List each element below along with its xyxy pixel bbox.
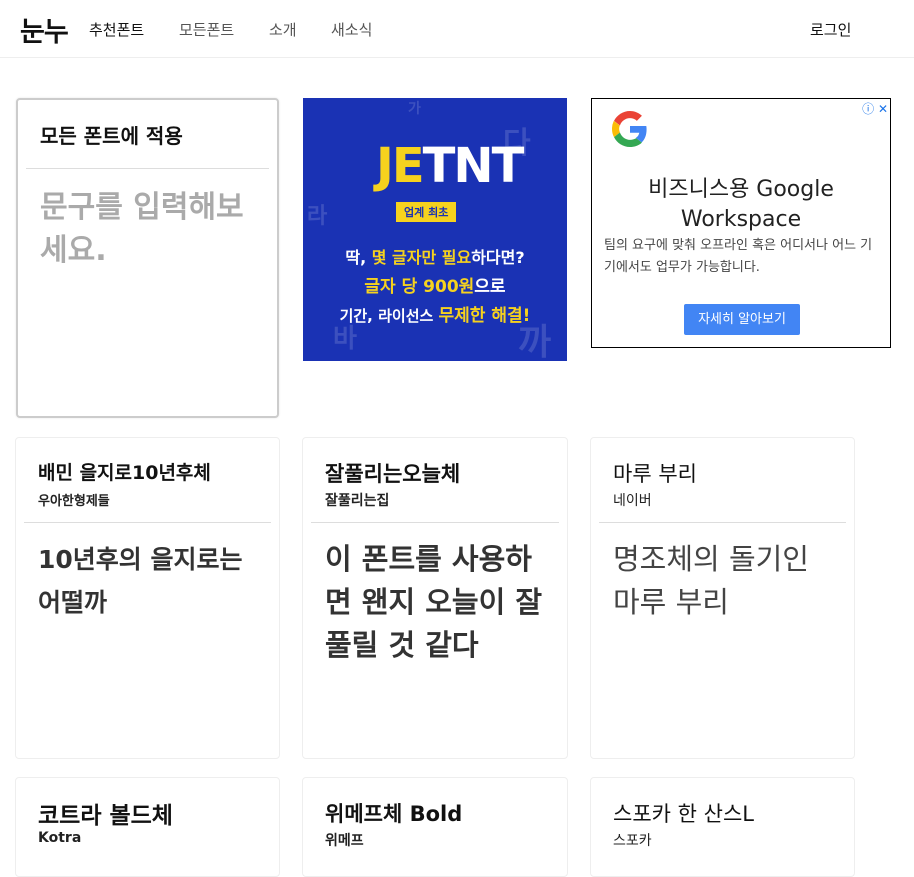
- login-link[interactable]: 로그인: [810, 19, 851, 40]
- font-maker: 스포카: [613, 833, 652, 849]
- font-name: 마루 부리: [613, 462, 697, 486]
- jetnt-logo: JETNT: [376, 138, 524, 194]
- learn-more-button[interactable]: 자세히 알아보기: [684, 304, 800, 335]
- font-card[interactable]: 잘풀리는오늘체 잘풀리는집 이 폰트를 사용하면 왠지 오늘이 잘 풀릴 것 같…: [302, 437, 568, 759]
- bg-glyph: 가: [408, 101, 421, 117]
- jetnt-ad-banner[interactable]: 라 다 바 까 가 JETNT 업계 최초 딱, 몇 글자만 필요하다면? 글자…: [303, 98, 567, 361]
- ad-description: 팀의 요구에 맞춰 오프라인 혹은 어디서나 어느 기기에서도 업무가 가능합니…: [604, 238, 873, 275]
- font-maker: Kotra: [38, 830, 82, 846]
- site-logo[interactable]: 눈누: [20, 10, 69, 49]
- font-card[interactable]: 위메프체 Bold 위메프: [302, 777, 568, 877]
- font-maker: 우아한형제들: [38, 494, 110, 509]
- sample-text-input[interactable]: 문구를 입력해보세요.: [40, 186, 257, 272]
- font-card[interactable]: 마루 부리 네이버 명조체의 돌기인 마루 부리: [590, 437, 855, 759]
- text: 무제한 해결!: [438, 306, 531, 326]
- nav-about[interactable]: 소개: [269, 19, 297, 40]
- ad-title: 비즈니스용 Google Workspace: [648, 177, 834, 232]
- divider: [26, 168, 269, 169]
- divider: [24, 522, 271, 523]
- jetnt-line-2: 글자 당 900원으로: [303, 272, 567, 297]
- logo-part: JE: [376, 138, 425, 194]
- font-maker: 위메프: [325, 833, 364, 849]
- apply-all-title: 모든 폰트에 적용: [40, 124, 183, 148]
- nav-news[interactable]: 새소식: [331, 19, 372, 40]
- apply-all-card: 모든 폰트에 적용 문구를 입력해보세요.: [16, 98, 279, 418]
- font-card[interactable]: 스포카 한 산스L 스포카: [590, 777, 855, 877]
- font-name: 스포카 한 산스L: [613, 802, 754, 826]
- font-sample: 10년후의 을지로는 어떨까: [38, 545, 243, 617]
- text: 하다면?: [471, 248, 525, 267]
- font-name: 잘풀리는오늘체: [325, 462, 461, 486]
- font-name: 배민 을지로10년후체: [38, 462, 211, 484]
- font-name: 위메프체 Bold: [325, 802, 463, 826]
- logo-part: NT: [453, 138, 524, 194]
- ad-choices-icon[interactable]: ⓘ ✕: [862, 100, 888, 117]
- font-card[interactable]: 코트라 볼드체 Kotra: [15, 777, 280, 877]
- jetnt-line-1: 딱, 몇 글자만 필요하다면?: [303, 244, 567, 268]
- text: 글자 당 900원: [364, 277, 475, 297]
- divider: [599, 522, 846, 523]
- text: 딱,: [345, 248, 372, 267]
- font-maker: 잘풀리는집: [325, 493, 390, 509]
- text: 으로: [474, 277, 506, 297]
- nav-all-fonts[interactable]: 모든폰트: [179, 19, 234, 40]
- font-maker: 네이버: [613, 493, 652, 509]
- divider: [311, 522, 559, 523]
- font-card[interactable]: 배민 을지로10년후체 우아한형제들 10년후의 을지로는 어떨까: [15, 437, 280, 759]
- font-sample: 명조체의 돌기인 마루 부리: [613, 542, 809, 619]
- google-g-icon: [612, 111, 647, 147]
- bg-glyph: 라: [307, 204, 328, 229]
- top-nav: 눈누 추천폰트 모든폰트 소개 새소식 로그인: [0, 0, 914, 58]
- font-name: 코트라 볼드체: [38, 803, 173, 829]
- text: 기간, 라이선스: [339, 307, 439, 325]
- jetnt-badge: 업계 최초: [396, 202, 457, 222]
- jetnt-line-3: 기간, 라이선스 무제한 해결!: [303, 301, 567, 326]
- logo-part: T: [422, 138, 456, 194]
- google-workspace-ad[interactable]: ⓘ ✕ 비즈니스용 Google Workspace 팀의 요구에 맞춰 오프라…: [591, 98, 891, 348]
- text: 몇 글자만 필요: [371, 248, 472, 267]
- font-sample: 이 폰트를 사용하면 왠지 오늘이 잘 풀릴 것 같다: [325, 542, 543, 662]
- nav-recommended[interactable]: 추천폰트: [89, 19, 144, 40]
